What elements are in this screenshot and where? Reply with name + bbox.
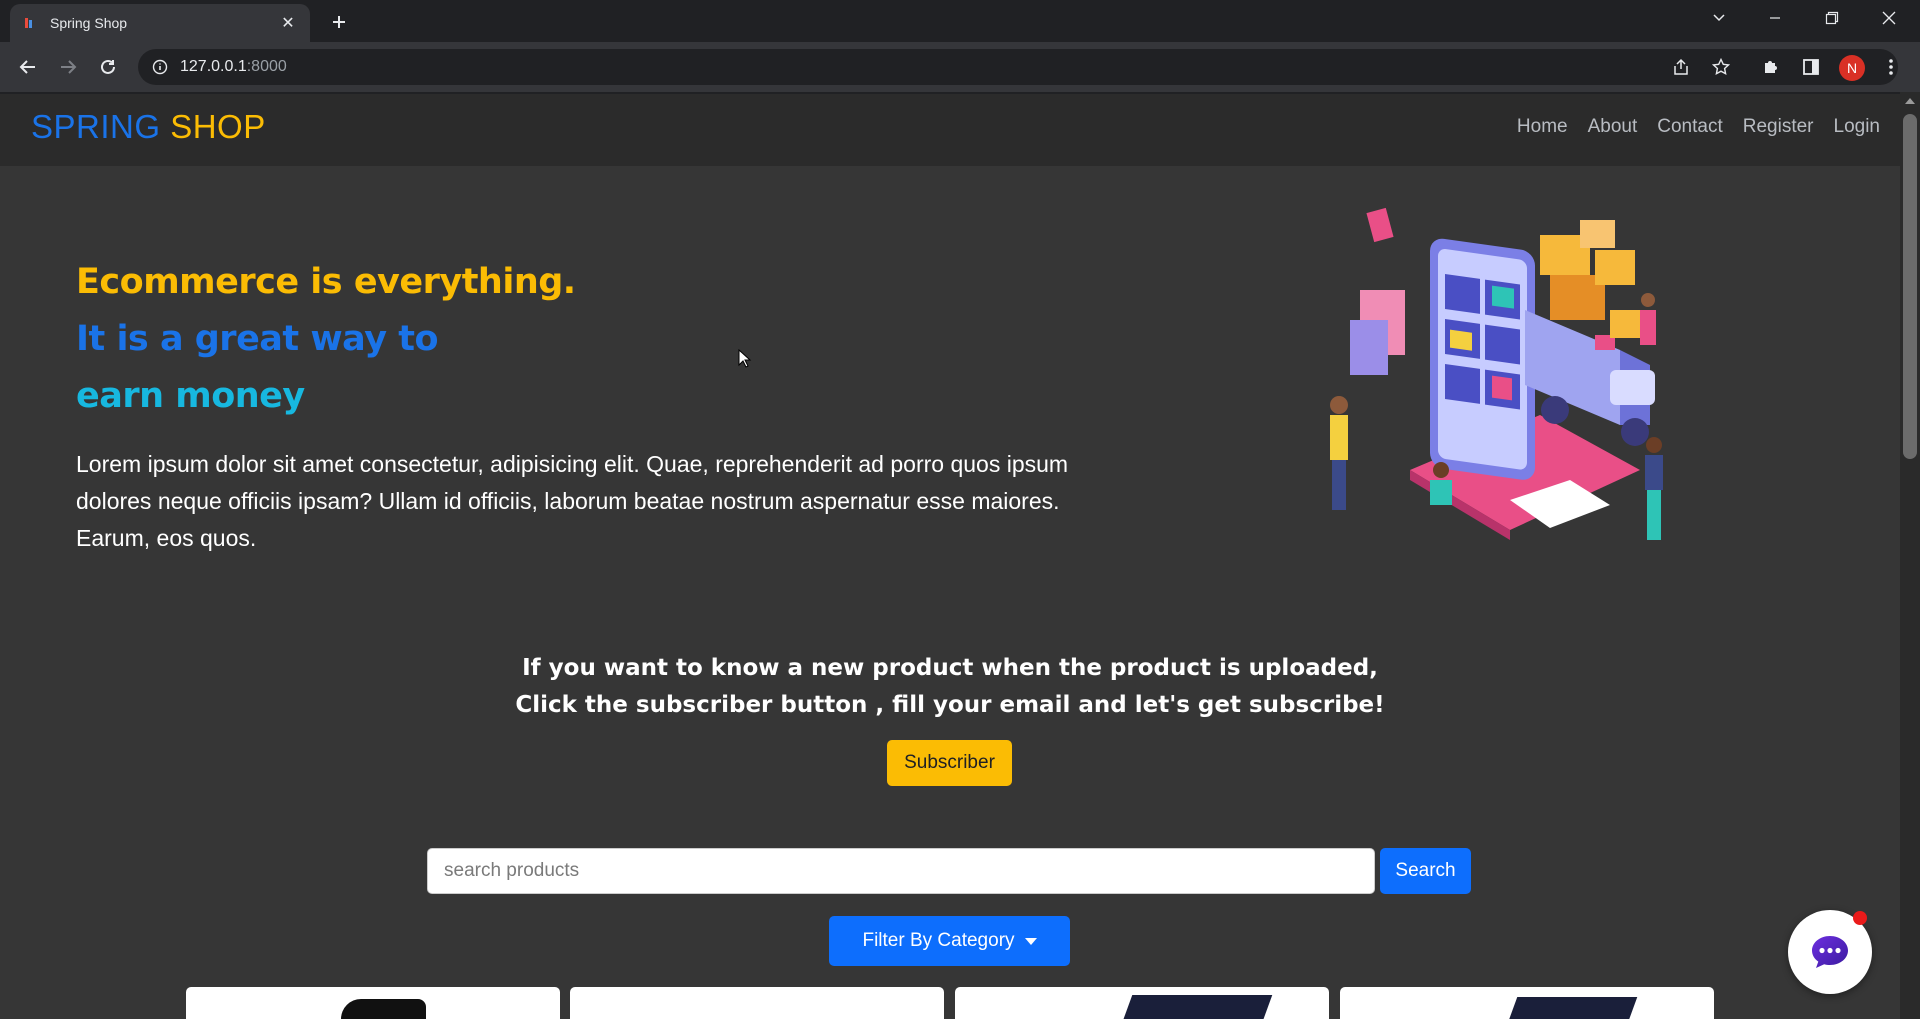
nav-link-login[interactable]: Login	[1834, 116, 1881, 138]
side-panel-icon[interactable]	[1798, 54, 1824, 80]
profile-avatar[interactable]: N	[1839, 55, 1865, 81]
search-button[interactable]: Search	[1380, 848, 1471, 894]
hero-paragraph: Lorem ipsum dolor sit amet consectetur, …	[76, 451, 1069, 551]
url-host: 127.0.0.1	[180, 58, 247, 75]
browser-menu-icon[interactable]	[1878, 54, 1904, 80]
nav-link-register[interactable]: Register	[1743, 116, 1814, 138]
chat-notification-dot	[1853, 911, 1867, 925]
share-icon[interactable]	[1668, 54, 1694, 80]
browser-toolbar: 127.0.0.1:8000 N	[0, 42, 1920, 92]
new-tab-icon[interactable]	[325, 8, 353, 36]
forward-arrow-icon[interactable]	[53, 52, 83, 82]
ecommerce-illustration	[1330, 207, 1663, 540]
product-card[interactable]	[955, 987, 1329, 1019]
page-scrollbar[interactable]	[1900, 92, 1920, 1019]
subscribe-message-line-2: Click the subscriber button , fill your …	[515, 692, 1385, 718]
product-card[interactable]	[186, 987, 560, 1019]
site-info-icon[interactable]	[152, 59, 168, 75]
nav-link-home[interactable]: Home	[1517, 116, 1568, 138]
chat-bubble-icon	[1812, 936, 1848, 968]
subscribe-message-line-1: If you want to know a new product when t…	[522, 655, 1378, 681]
bookmark-star-icon[interactable]	[1708, 54, 1734, 80]
nav-links: Home About Contact Register Login	[1517, 116, 1880, 138]
brand-part-spring: SPRING	[31, 108, 161, 145]
product-card[interactable]	[570, 987, 944, 1019]
minimize-icon[interactable]	[1752, 0, 1798, 36]
site-navbar: SPRING SHOP Home About Contact Register …	[0, 94, 1900, 166]
caret-down-icon	[1024, 937, 1037, 945]
scroll-up-arrow-icon[interactable]	[1905, 98, 1915, 104]
back-arrow-icon[interactable]	[13, 52, 43, 82]
brand-logo[interactable]: SPRING SHOP	[31, 108, 266, 146]
search-input[interactable]	[427, 848, 1375, 894]
site-favicon-icon	[22, 16, 36, 30]
product-image	[341, 999, 426, 1019]
restore-icon[interactable]	[1809, 0, 1855, 36]
product-image	[1502, 997, 1638, 1019]
url-port: :8000	[246, 58, 287, 75]
close-window-icon[interactable]	[1866, 0, 1912, 36]
extensions-puzzle-icon[interactable]	[1758, 54, 1784, 80]
nav-link-about[interactable]: About	[1588, 116, 1638, 138]
reload-icon[interactable]	[93, 52, 123, 82]
subscriber-button[interactable]: Subscriber	[887, 740, 1012, 786]
brand-part-shop: SHOP	[170, 108, 266, 145]
product-image	[1117, 995, 1273, 1019]
hero-headline-3: earn money	[76, 376, 305, 416]
mouse-cursor-icon	[738, 349, 752, 368]
browser-tabstrip: Spring Shop ✕	[0, 0, 1920, 42]
hero-headline-1: Ecommerce is everything.	[76, 262, 576, 302]
filter-button-label: Filter By Category	[862, 930, 1015, 951]
subscribe-message: If you want to know a new product when t…	[0, 650, 1900, 724]
nav-link-contact[interactable]: Contact	[1657, 116, 1722, 138]
tab-search-chevron-icon[interactable]	[1696, 0, 1742, 36]
scrollbar-thumb[interactable]	[1903, 114, 1917, 459]
hero-headline-2: It is a great way to	[76, 319, 439, 359]
product-card[interactable]	[1340, 987, 1714, 1019]
filter-by-category-button[interactable]: Filter By Category	[829, 916, 1070, 966]
browser-tab[interactable]: Spring Shop ✕	[10, 4, 310, 42]
tab-close-icon[interactable]: ✕	[278, 13, 298, 33]
page-viewport: SPRING SHOP Home About Contact Register …	[0, 92, 1900, 1019]
tab-title: Spring Shop	[50, 15, 128, 31]
address-bar[interactable]: 127.0.0.1:8000	[138, 49, 1898, 85]
